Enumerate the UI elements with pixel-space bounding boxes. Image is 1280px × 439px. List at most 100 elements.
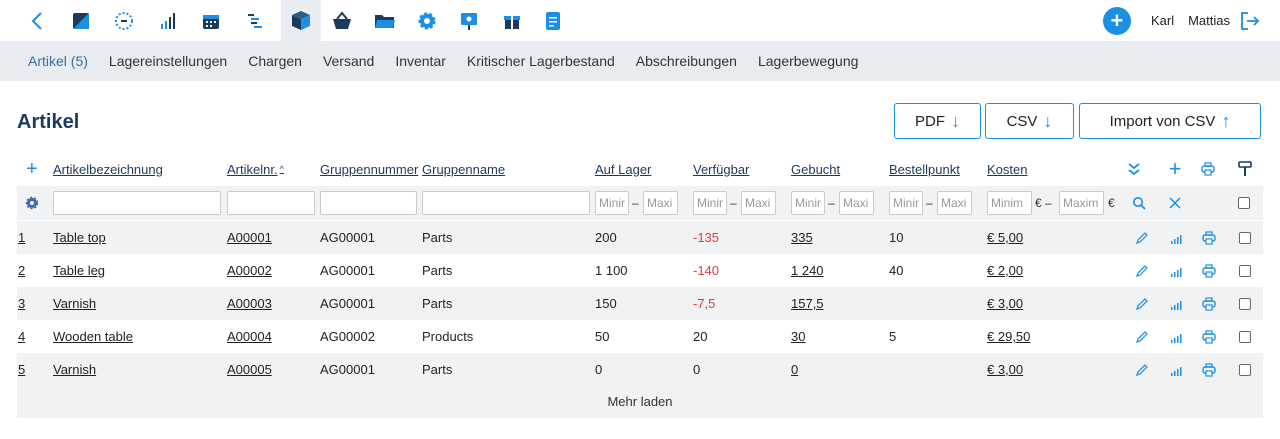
col-cost[interactable]: Kosten	[987, 154, 1077, 184]
row-checkbox[interactable]	[1238, 254, 1252, 287]
presentation-icon[interactable]	[454, 6, 484, 36]
print-icon[interactable]	[1200, 221, 1218, 254]
booked-link[interactable]: 30	[791, 329, 805, 344]
article-name-link[interactable]: Varnish	[53, 362, 96, 377]
search-icon[interactable]	[1131, 195, 1147, 211]
tab-versand[interactable]: Versand	[323, 53, 374, 69]
article-number-link[interactable]: A00003	[227, 296, 272, 311]
col-available[interactable]: Verfügbar	[693, 154, 783, 184]
tab-inventar[interactable]: Inventar	[395, 53, 446, 69]
row-index[interactable]: 4	[18, 329, 25, 344]
filter-reorder-max[interactable]: Maxi	[937, 191, 972, 215]
booked-link[interactable]: 157,5	[791, 296, 824, 311]
article-number-link[interactable]: A00002	[227, 263, 272, 278]
folder-icon[interactable]	[370, 6, 400, 36]
print-icon[interactable]	[1200, 287, 1218, 320]
import-csv-button[interactable]: Import von CSV ↑	[1079, 103, 1261, 139]
filter-number-input[interactable]	[227, 191, 315, 215]
filter-reorder-min[interactable]: Minir	[889, 191, 923, 215]
filter-reset-icon[interactable]	[1235, 154, 1255, 184]
row-index[interactable]: 1	[18, 230, 25, 245]
edit-pencil-icon[interactable]	[1133, 320, 1151, 353]
cost-link[interactable]: € 5,00	[987, 230, 1023, 245]
print-icon[interactable]	[1200, 320, 1218, 353]
edit-pencil-icon[interactable]	[1133, 221, 1151, 254]
row-index[interactable]: 3	[18, 296, 25, 311]
load-more-button[interactable]: Mehr laden	[17, 385, 1263, 418]
basket-icon[interactable]	[327, 6, 357, 36]
filter-stock-max[interactable]: Maxi	[643, 191, 678, 215]
edit-pencil-icon[interactable]	[1133, 254, 1151, 287]
cost-link[interactable]: € 3,00	[987, 362, 1023, 377]
col-reorder[interactable]: Bestellpunkt	[889, 154, 979, 184]
booked-link[interactable]: 0	[791, 362, 798, 377]
print-icon[interactable]	[1200, 353, 1218, 386]
article-name-link[interactable]: Table top	[53, 230, 106, 245]
article-name-link[interactable]: Varnish	[53, 296, 96, 311]
add-row-icon[interactable]: +	[26, 154, 42, 184]
filter-name-input[interactable]	[53, 191, 221, 215]
article-number-link[interactable]: A00005	[227, 362, 272, 377]
warehouse-box-icon[interactable]	[281, 0, 321, 41]
cost-link[interactable]: € 2,00	[987, 263, 1023, 278]
row-checkbox[interactable]	[1238, 320, 1252, 353]
filter-group-no-input[interactable]	[320, 191, 417, 215]
loading-icon[interactable]	[109, 6, 139, 36]
article-number-link[interactable]: A00004	[227, 329, 272, 344]
row-checkbox[interactable]	[1238, 221, 1252, 254]
cost-link[interactable]: € 3,00	[987, 296, 1023, 311]
csv-export-button[interactable]: CSV ↓	[985, 103, 1074, 139]
logout-icon[interactable]	[1240, 11, 1260, 31]
tab-artikel[interactable]: Artikel (5)	[28, 53, 88, 69]
tab-lagerbewegung[interactable]: Lagerbewegung	[758, 53, 858, 69]
stats-bars-icon[interactable]	[1167, 287, 1185, 320]
col-name[interactable]: Artikelbezeichnung	[53, 154, 223, 184]
back-chevron-icon[interactable]	[22, 6, 52, 36]
edit-pencil-icon[interactable]	[1133, 353, 1151, 386]
row-checkbox[interactable]	[1238, 287, 1252, 320]
stats-bars-icon[interactable]	[1167, 221, 1185, 254]
row-index[interactable]: 5	[18, 362, 25, 377]
tab-abschreibungen[interactable]: Abschreibungen	[636, 53, 737, 69]
article-name-link[interactable]: Wooden table	[53, 329, 133, 344]
calendar-icon[interactable]	[196, 6, 226, 36]
pdf-export-button[interactable]: PDF ↓	[894, 103, 981, 139]
booked-link[interactable]: 335	[791, 230, 813, 245]
tab-kritischer-lagerbestand[interactable]: Kritischer Lagerbestand	[467, 53, 615, 69]
col-stock[interactable]: Auf Lager	[595, 154, 685, 184]
col-group-name[interactable]: Gruppenname	[422, 154, 532, 184]
filter-group-name-input[interactable]	[422, 191, 590, 215]
filter-cost-max[interactable]: Maxim	[1059, 191, 1104, 215]
print-icon[interactable]	[1198, 154, 1218, 184]
tab-lagereinstellungen[interactable]: Lagereinstellungen	[109, 53, 227, 69]
print-icon[interactable]	[1200, 254, 1218, 287]
document-icon[interactable]	[538, 6, 568, 36]
cost-link[interactable]: € 29,50	[987, 329, 1030, 344]
filter-available-min[interactable]: Minir	[693, 191, 727, 215]
stats-bars-icon[interactable]	[1167, 353, 1185, 386]
row-index[interactable]: 2	[18, 263, 25, 278]
filter-booked-min[interactable]: Minir	[791, 191, 825, 215]
col-number[interactable]: Artikelnr. ^	[227, 154, 307, 184]
bar-chart-icon[interactable]	[153, 6, 183, 36]
add-icon[interactable]: +	[1165, 154, 1185, 184]
article-name-link[interactable]: Table leg	[53, 263, 105, 278]
gear-icon[interactable]	[412, 6, 442, 36]
clear-filter-icon[interactable]	[1167, 195, 1183, 211]
col-group-no[interactable]: Gruppennummer	[320, 154, 420, 184]
filter-cost-min[interactable]: Minim	[987, 191, 1032, 215]
gantt-icon[interactable]	[240, 6, 270, 36]
tab-chargen[interactable]: Chargen	[248, 53, 302, 69]
edit-pencil-icon[interactable]	[1133, 287, 1151, 320]
gift-icon[interactable]	[497, 6, 527, 36]
article-number-link[interactable]: A00001	[227, 230, 272, 245]
filter-available-max[interactable]: Maxi	[741, 191, 776, 215]
row-checkbox[interactable]	[1238, 353, 1252, 386]
select-all-checkbox[interactable]	[1238, 197, 1250, 209]
filter-booked-max[interactable]: Maxi	[839, 191, 874, 215]
dashboard-icon[interactable]	[66, 6, 96, 36]
stats-bars-icon[interactable]	[1167, 320, 1185, 353]
settings-gear-icon[interactable]	[24, 195, 40, 211]
stats-bars-icon[interactable]	[1167, 254, 1185, 287]
expand-all-icon[interactable]	[1124, 154, 1144, 184]
